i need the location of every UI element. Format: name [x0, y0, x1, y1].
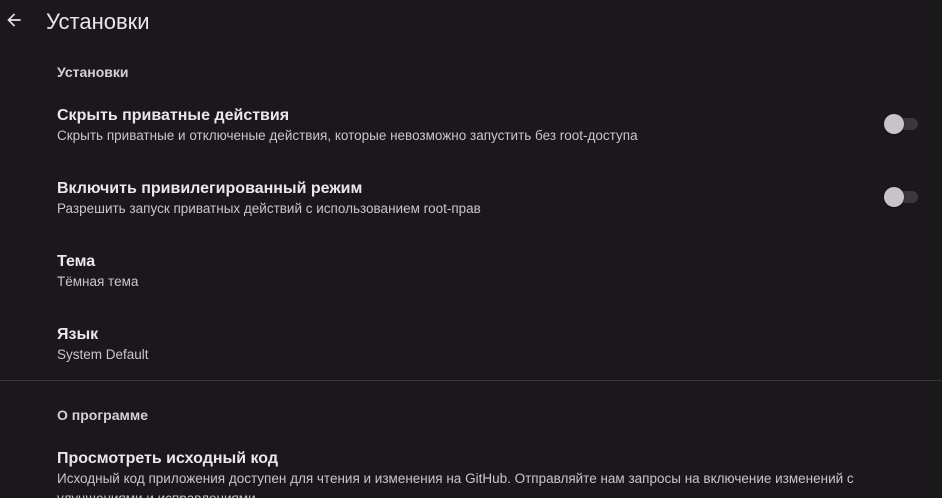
- settings-screen: Установки Установки Скрыть приватные дей…: [0, 0, 942, 498]
- hide-private-actions-switch[interactable]: [884, 114, 920, 134]
- pref-privileged-mode[interactable]: Включить привилегированный режим Разреши…: [0, 180, 942, 230]
- pref-summary: Скрыть приватные и отключеные действия, …: [57, 128, 638, 143]
- section-header-settings: Установки: [57, 64, 129, 80]
- pref-summary: Разрешить запуск приватных действий с ис…: [57, 201, 481, 216]
- pref-view-source-code[interactable]: Просмотреть исходный код Исходный код пр…: [0, 450, 942, 498]
- pref-title: Тема: [57, 253, 96, 270]
- pref-language[interactable]: Язык System Default: [0, 326, 942, 376]
- pref-title: Включить привилегированный режим: [57, 180, 363, 197]
- pref-theme[interactable]: Тема Тёмная тема: [0, 253, 942, 303]
- pref-summary: Тёмная тема: [57, 274, 139, 289]
- page-title: Установки: [46, 9, 150, 34]
- privileged-mode-switch[interactable]: [884, 187, 920, 207]
- pref-title: Просмотреть исходный код: [57, 450, 279, 467]
- pref-summary: Исходный код приложения доступен для чте…: [57, 471, 854, 498]
- switch-thumb: [884, 114, 904, 134]
- pref-title: Язык: [57, 326, 99, 343]
- section-header-about: О программе: [57, 407, 149, 423]
- back-button[interactable]: [2, 8, 26, 32]
- pref-summary: System Default: [57, 347, 149, 362]
- section-divider: [0, 380, 942, 381]
- switch-thumb: [884, 187, 904, 207]
- top-app-bar: Установки: [0, 0, 942, 42]
- pref-hide-private-actions[interactable]: Скрыть приватные действия Скрыть приватн…: [0, 107, 942, 157]
- arrow-back-icon: [7, 13, 21, 27]
- pref-title: Скрыть приватные действия: [57, 107, 290, 124]
